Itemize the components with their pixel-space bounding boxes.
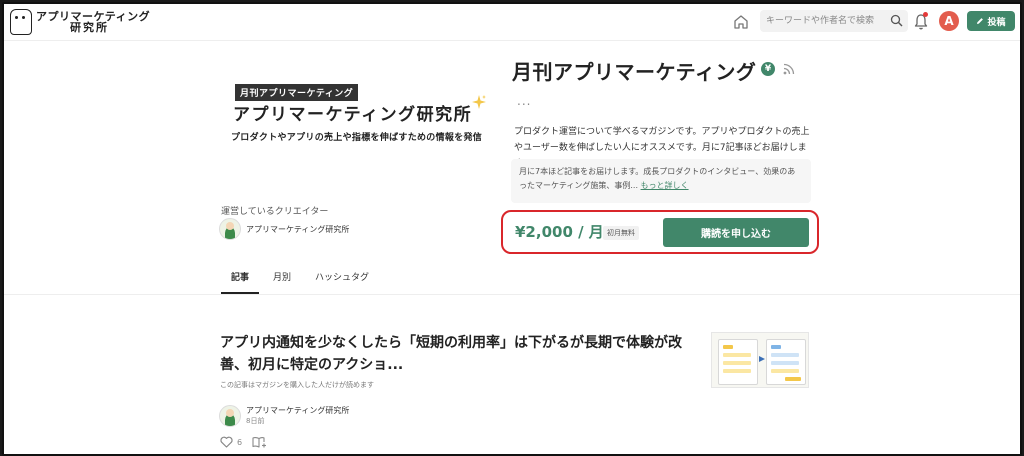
purchase-panel: ¥2,000 / 月 初月無料 購読を申し込む — [501, 210, 819, 254]
tab-articles[interactable]: 記事 — [219, 268, 261, 294]
article-date: 8日前 — [246, 417, 265, 425]
home-icon[interactable] — [732, 13, 750, 31]
magazine-title: 月刊アプリマーケティング — [512, 60, 757, 84]
logo-line2: 研究所 — [70, 21, 109, 34]
page-frame: アプリマーケティング 研究所 A 投稿 月刊ア — [2, 2, 1022, 456]
creator-name: アプリマーケティング研究所 — [246, 224, 350, 234]
post-button-label: 投稿 — [987, 17, 1006, 28]
creators-label: 運営しているクリエイター — [221, 207, 329, 217]
more-options-icon[interactable]: ... — [517, 94, 531, 108]
author-text: アプリマーケティング研究所 8日前 — [246, 406, 349, 426]
site-logo[interactable]: アプリマーケティング 研究所 — [10, 7, 150, 37]
paid-yen-icon: ¥ — [761, 62, 775, 76]
tab-divider — [4, 294, 1020, 295]
post-button[interactable]: 投稿 — [967, 11, 1015, 31]
article-author[interactable]: アプリマーケティング研究所 8日前 — [219, 405, 349, 427]
search-input[interactable] — [766, 12, 884, 30]
article-thumbnail[interactable] — [711, 332, 809, 388]
sparkle-icon — [472, 95, 486, 109]
thumbnail-card-right — [766, 339, 806, 385]
search-icon[interactable] — [890, 14, 903, 27]
logo-text: アプリマーケティング 研究所 — [36, 11, 150, 33]
content-tabs: 記事 月別 ハッシュタグ — [219, 268, 381, 294]
magazine-detail-box: 月に7本ほど記事をお届けします。成長プロダクトのインタビュー、効果のあったマーケ… — [511, 159, 811, 203]
article-title[interactable]: アプリ内通知を少なくしたら「短期の利用率」は下がるが長期で体験が改善、初月に特定… — [220, 332, 702, 376]
article-actions: 6 — [220, 436, 267, 448]
price-label: ¥2,000 / 月 — [515, 223, 604, 241]
detail-more-link[interactable]: もっと詳しく — [641, 181, 689, 190]
logo-mascot-icon — [10, 9, 32, 35]
magazine-banner: 月刊アプリマーケティング アプリマーケティング研究所 プロダクトやアプリの売上や… — [229, 82, 499, 152]
subscribe-button[interactable]: 購読を申し込む — [663, 218, 809, 247]
tab-hashtags[interactable]: ハッシュタグ — [303, 268, 381, 294]
creator-avatar — [219, 218, 241, 240]
search-box[interactable] — [760, 10, 908, 32]
header: アプリマーケティング 研究所 A 投稿 — [4, 4, 1020, 41]
free-trial-badge: 初月無料 — [603, 226, 639, 240]
magazine-add-icon[interactable] — [252, 436, 267, 448]
creator-item[interactable]: アプリマーケティング研究所 — [219, 218, 349, 240]
banner-title: アプリマーケティング研究所 — [233, 105, 473, 125]
article-paywall-note: この記事はマガジンを購入した人だけが読めます — [220, 381, 374, 389]
rss-icon[interactable] — [783, 63, 795, 75]
banner-subtitle: プロダクトやアプリの売上や指標を伸ばすための情報を発信 — [231, 133, 483, 143]
thumbnail-card-left — [718, 339, 758, 385]
author-name: アプリマーケティング研究所 — [246, 406, 350, 415]
like-count: 6 — [237, 437, 243, 447]
notification-dot — [923, 12, 928, 17]
author-avatar — [219, 405, 241, 427]
arrow-right-icon — [759, 356, 765, 362]
pencil-icon — [977, 18, 984, 24]
banner-tag: 月刊アプリマーケティング — [235, 84, 359, 101]
tab-monthly[interactable]: 月別 — [261, 268, 303, 294]
user-avatar[interactable]: A — [939, 11, 959, 31]
heart-icon[interactable] — [220, 436, 233, 448]
